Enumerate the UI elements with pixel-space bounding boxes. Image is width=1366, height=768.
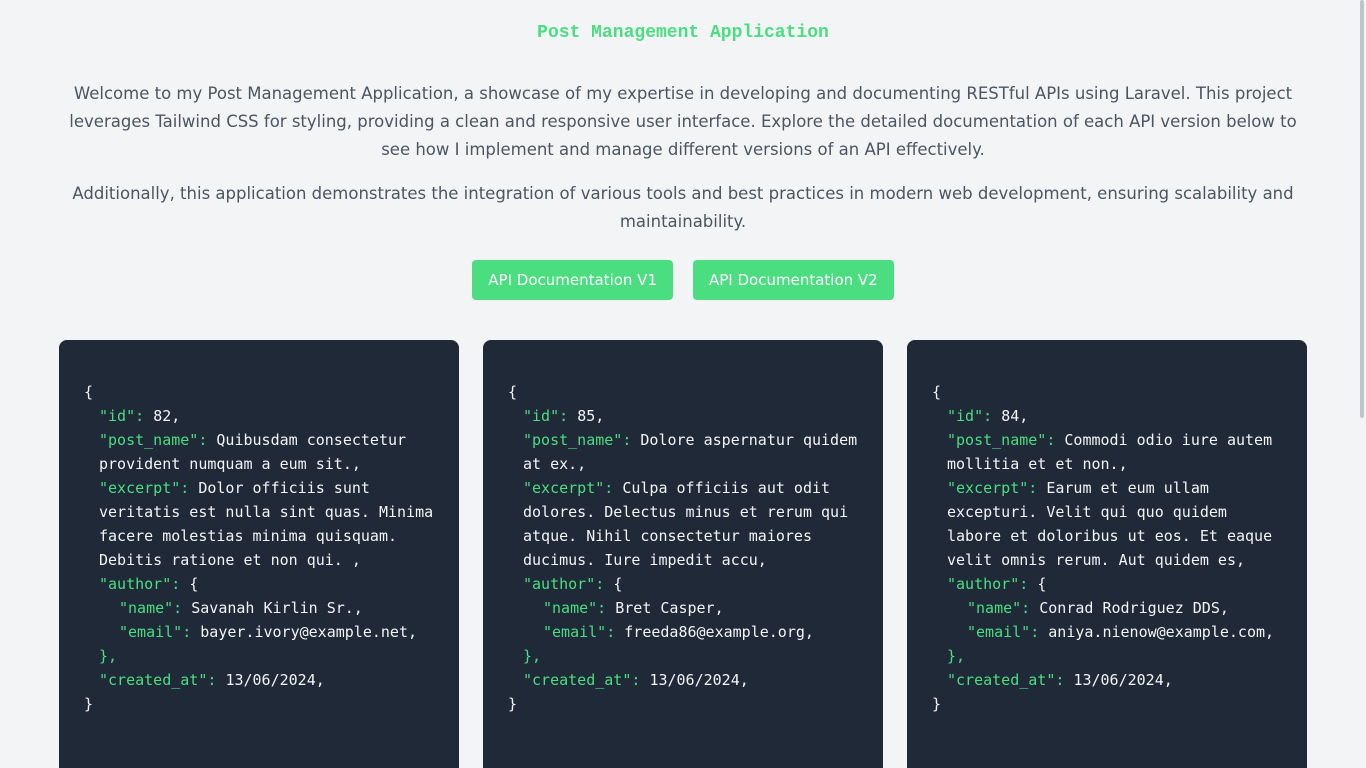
page: Post Management Application Welcome to m… [0,0,1366,768]
post-id: 82, [153,407,181,425]
json-key-post-name: "post_name": [523,431,632,449]
json-id-line: "id": 85, [508,404,861,428]
json-key-id: "id": [99,407,145,425]
json-author-close-brace: }, [523,647,542,665]
intro-paragraph: Welcome to my Post Management Applicatio… [69,84,1297,159]
json-author-name-line: "name": Conrad Rodriguez DDS, [932,596,1285,620]
json-key-email: "email": [967,623,1040,641]
json-close-brace: } [932,695,942,713]
json-excerpt-line: "excerpt": Earum et eum ullam excepturi.… [932,476,1285,572]
post-created-at: 13/06/2024, [1073,671,1173,689]
json-author-line: "author": { [508,572,861,596]
json-author-line: "author": { [84,572,437,596]
author-name: Conrad Rodriguez DDS, [1039,599,1229,617]
api-docs-buttons: API Documentation V1 API Documentation V… [0,260,1366,300]
json-key-excerpt: "excerpt": [99,479,190,497]
json-key-id: "id": [523,407,569,425]
author-email: bayer.ivory@example.net, [200,623,418,641]
json-key-excerpt: "excerpt": [523,479,614,497]
page-scrollbar[interactable] [1360,0,1364,418]
json-author-email-line: "email": freeda86@example.org, [508,620,861,644]
json-key-post-name: "post_name": [99,431,208,449]
json-key-excerpt: "excerpt": [947,479,1038,497]
json-author-open-brace: { [189,575,199,593]
json-key-created-at: "created_at": [99,671,217,689]
json-key-name: "name": [543,599,607,617]
author-name: Bret Casper, [615,599,724,617]
page-title: Post Management Application [537,23,829,43]
json-key-author: "author": [99,575,181,593]
json-key-name: "name": [967,599,1031,617]
author-name: Savanah Kirlin Sr., [191,599,363,617]
json-key-author: "author": [947,575,1029,593]
json-author-close-brace: }, [947,647,966,665]
json-post-name-line: "post_name": Dolore aspernatur quidem at… [508,428,861,476]
json-post-name-line: "post_name": Quibusdam consectetur provi… [84,428,437,476]
json-close-brace: } [508,695,518,713]
json-created-at-line: "created_at": 13/06/2024, [508,668,861,692]
json-created-at-line: "created_at": 13/06/2024, [84,668,437,692]
json-post-name-line: "post_name": Commodi odio iure autem mol… [932,428,1285,476]
json-open-brace: { [84,383,94,401]
json-open-brace: { [932,383,942,401]
json-open-brace: { [508,383,518,401]
json-author-name-line: "name": Savanah Kirlin Sr., [84,596,437,620]
json-close-brace: } [84,695,94,713]
json-author-email-line: "email": aniya.nienow@example.com, [932,620,1285,644]
json-excerpt-line: "excerpt": Dolor officiis sunt veritatis… [84,476,437,572]
post-card: { "id": 82, "post_name": Quibusdam conse… [59,340,459,768]
api-docs-v2-button[interactable]: API Documentation V2 [693,260,894,300]
json-author-email-line: "email": bayer.ivory@example.net, [84,620,437,644]
json-author-open-brace: { [1037,575,1047,593]
post-cards: { "id": 82, "post_name": Quibusdam conse… [59,340,1307,768]
json-key-email: "email": [543,623,616,641]
post-id: 84, [1001,407,1029,425]
json-key-name: "name": [119,599,183,617]
json-id-line: "id": 82, [84,404,437,428]
json-created-at-line: "created_at": 13/06/2024, [932,668,1285,692]
post-created-at: 13/06/2024, [225,671,325,689]
api-docs-v1-button[interactable]: API Documentation V1 [472,260,673,300]
json-key-email: "email": [119,623,192,641]
intro-paragraph-secondary: Additionally, this application demonstra… [72,184,1294,231]
json-author-name-line: "name": Bret Casper, [508,596,861,620]
json-key-id: "id": [947,407,993,425]
json-author-close-brace: }, [99,647,118,665]
post-id: 85, [577,407,605,425]
json-key-author: "author": [523,575,605,593]
json-author-line: "author": { [932,572,1285,596]
json-key-post-name: "post_name": [947,431,1056,449]
json-author-open-brace: { [613,575,623,593]
author-email: aniya.nienow@example.com, [1048,623,1275,641]
post-created-at: 13/06/2024, [649,671,749,689]
author-email: freeda86@example.org, [624,623,814,641]
post-card: { "id": 84, "post_name": Commodi odio iu… [907,340,1307,768]
json-key-created-at: "created_at": [947,671,1065,689]
json-key-created-at: "created_at": [523,671,641,689]
post-card: { "id": 85, "post_name": Dolore aspernat… [483,340,883,768]
json-excerpt-line: "excerpt": Culpa officiis aut odit dolor… [508,476,861,572]
json-id-line: "id": 84, [932,404,1285,428]
